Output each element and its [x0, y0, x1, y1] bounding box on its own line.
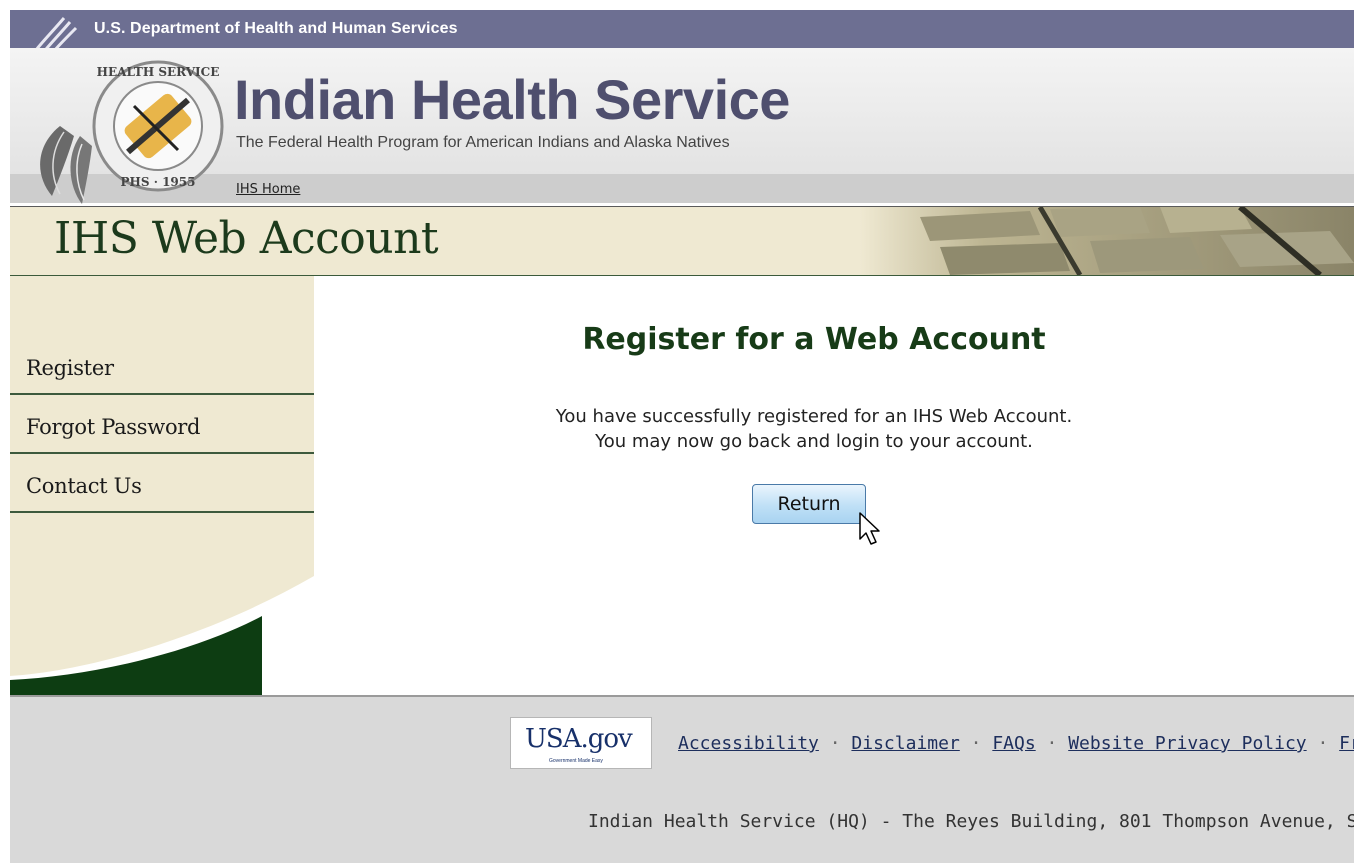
usa-gov-logo[interactable]: USA.gov Government Made Easy	[510, 717, 652, 769]
link-separator: ·	[1046, 733, 1058, 754]
sidebar-item-contact-us[interactable]: Contact Us	[10, 454, 314, 513]
sidebar-item-label: Contact Us	[26, 474, 142, 498]
sidebar-item-label: Register	[26, 356, 114, 380]
sidebar-item-label: Forgot Password	[26, 415, 201, 439]
footer: USA.gov Government Made Easy Accessibili…	[10, 695, 1354, 863]
main-content: Register for a Web Account You have succ…	[314, 276, 1354, 695]
foia-link[interactable]: Freedom of Information Act	[1339, 733, 1354, 754]
hhs-label[interactable]: U.S. Department of Health and Human Serv…	[94, 20, 458, 38]
site-title: Indian Health Service	[234, 68, 790, 131]
sidebar-item-forgot-password[interactable]: Forgot Password	[10, 395, 314, 454]
footer-address: Indian Health Service (HQ) - The Reyes B…	[588, 811, 1354, 832]
disclaimer-link[interactable]: Disclaimer	[851, 733, 959, 754]
keyboard-banner-image	[860, 207, 1354, 275]
faqs-link[interactable]: FAQs	[992, 733, 1035, 754]
page-title: Register for a Web Account	[582, 322, 1046, 357]
sidebar: Register Forgot Password Contact Us	[10, 276, 314, 695]
link-separator: ·	[829, 733, 841, 754]
sidebar-item-register[interactable]: Register	[10, 336, 314, 395]
usa-gov-wordmark: USA.gov	[525, 724, 633, 754]
accessibility-link[interactable]: Accessibility	[678, 733, 819, 754]
site-subtitle: The Federal Health Program for American …	[236, 134, 730, 151]
footer-links: Accessibility · Disclaimer · FAQs · Webs…	[678, 733, 1354, 754]
privacy-policy-link[interactable]: Website Privacy Policy	[1068, 733, 1306, 754]
usa-gov-tagline: Government Made Easy	[549, 758, 603, 764]
success-message-line2: You may now go back and login to your ac…	[595, 431, 1033, 452]
svg-text:HEALTH SERVICE: HEALTH SERVICE	[97, 65, 220, 79]
return-button[interactable]: Return	[752, 484, 866, 524]
success-message-line1: You have successfully registered for an …	[555, 406, 1073, 427]
link-separator: ·	[970, 733, 982, 754]
web-account-banner: IHS Web Account	[10, 206, 1354, 277]
ihs-seal-logo-icon[interactable]: HEALTH SERVICE PHS · 1955	[30, 56, 240, 206]
link-separator: ·	[1317, 733, 1329, 754]
browser-viewport: U.S. Department of Health and Human Serv…	[10, 10, 1354, 863]
hhs-bar: U.S. Department of Health and Human Serv…	[10, 10, 1354, 64]
svg-text:PHS · 1955: PHS · 1955	[121, 175, 196, 189]
usa-gov-logo-text: USA.gov	[525, 724, 633, 754]
banner-title: IHS Web Account	[54, 213, 439, 264]
ihs-home-link[interactable]: IHS Home	[236, 182, 300, 197]
